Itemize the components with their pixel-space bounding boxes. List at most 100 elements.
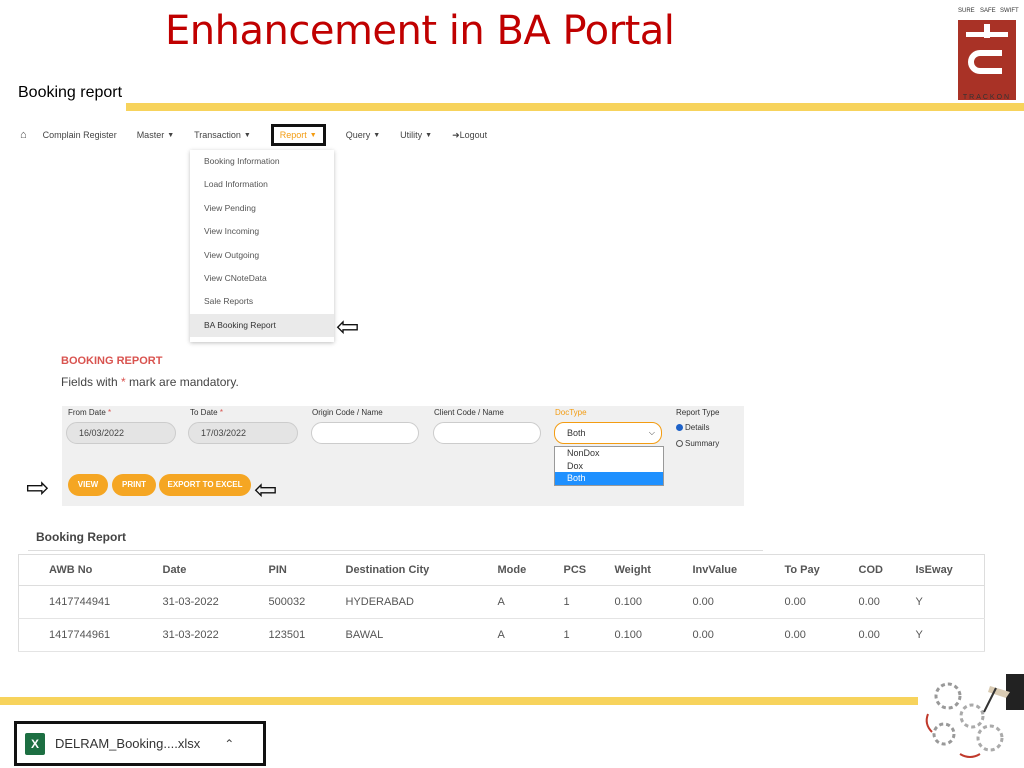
required-star: *: [108, 408, 112, 417]
doctype-option-dox[interactable]: Dox: [555, 460, 663, 473]
to-date-label: To Date *: [190, 408, 223, 417]
required-star: *: [219, 408, 223, 417]
caret-down-icon: ▼: [243, 131, 251, 139]
origin-code-input[interactable]: [311, 422, 419, 444]
nav-transaction[interactable]: Transaction ▼: [194, 130, 251, 140]
doctype-option-both[interactable]: Both: [555, 472, 663, 485]
download-filename: DELRAM_Booking....xlsx: [55, 736, 201, 751]
menu-item-booking-information[interactable]: Booking Information: [190, 150, 334, 173]
report-type-summary[interactable]: Summary: [676, 439, 719, 448]
column-header: Weight: [614, 554, 693, 586]
nav-label: Transaction: [194, 130, 241, 140]
doctype-label: DocType: [555, 408, 587, 417]
column-header: Mode: [497, 554, 564, 586]
column-header: AWB No: [18, 554, 163, 586]
from-date-label: From Date *: [68, 408, 111, 417]
table-cell: 31-03-2022: [162, 618, 269, 652]
nav-query[interactable]: Query ▼: [346, 130, 380, 140]
table-cell: 0.00: [784, 618, 859, 652]
column-header: Date: [162, 554, 269, 586]
doctype-select[interactable]: Both ⌵: [554, 422, 662, 444]
radio-checked-icon: [676, 424, 683, 431]
table-cell: A: [497, 618, 564, 652]
top-divider: [126, 103, 1024, 111]
doctype-selected: Both: [567, 428, 586, 438]
mandatory-note: Fields with * mark are mandatory.: [61, 375, 239, 389]
trackon-logo: SURE SAFE SWIFT TRACKON: [956, 8, 1019, 102]
slide-subtitle: Booking report: [18, 84, 123, 101]
caret-down-icon: ▼: [309, 131, 317, 139]
pointer-arrow-left-icon: ⇦: [254, 474, 278, 505]
mandatory-note-text: mark are mandatory.: [125, 375, 239, 389]
caret-down-icon: ▼: [373, 131, 381, 139]
origin-code-label: Origin Code / Name: [312, 408, 383, 417]
slide-title: Enhancement in BA Portal: [165, 8, 675, 54]
label-text: From Date: [68, 408, 106, 417]
menu-item-ba-booking-report[interactable]: BA Booking Report: [190, 313, 334, 338]
table-row: 1417744961 31-03-2022 123501 BAWAL A 1 0…: [18, 618, 985, 652]
doctype-option-nondox[interactable]: NonDox: [555, 447, 663, 460]
nav-label: Report: [279, 130, 307, 140]
table-cell: 1417744961: [18, 618, 163, 652]
column-header: PIN: [268, 554, 346, 586]
menu-item-view-incoming[interactable]: View Incoming: [190, 220, 334, 243]
table-cell: 0.00: [784, 585, 859, 619]
nav-master[interactable]: Master ▼: [137, 130, 174, 140]
table-cell: Y: [915, 585, 985, 619]
label-text: To Date: [190, 408, 218, 417]
print-button[interactable]: PRINT: [112, 474, 156, 496]
column-header: Destination City: [345, 554, 498, 586]
view-button[interactable]: VIEW: [68, 474, 108, 496]
home-icon[interactable]: ⌂: [20, 129, 27, 141]
table-cell: 123501: [268, 618, 346, 652]
table-cell: A: [497, 585, 564, 619]
menu-item-view-outgoing[interactable]: View Outgoing: [190, 244, 334, 267]
table-cell: 1: [563, 618, 615, 652]
booking-report-table-heading: Booking Report: [36, 530, 126, 544]
table-cell: Y: [915, 618, 985, 652]
table-cell: HYDERABAD: [345, 585, 498, 619]
table-cell: 31-03-2022: [162, 585, 269, 619]
nav-label: Query: [345, 130, 371, 140]
report-type-details[interactable]: Details: [676, 423, 709, 432]
column-header: To Pay: [784, 554, 859, 586]
nav-report[interactable]: Report ▼: [270, 124, 326, 146]
menu-item-sale-reports[interactable]: Sale Reports: [190, 290, 334, 313]
booking-report-heading: BOOKING REPORT: [61, 355, 163, 367]
export-to-excel-button[interactable]: EXPORT TO EXCEL: [159, 474, 251, 496]
nav-utility[interactable]: Utility ▼: [400, 130, 432, 140]
caret-down-icon: ▼: [425, 131, 433, 139]
menu-item-view-cnotedata[interactable]: View CNoteData: [190, 267, 334, 290]
pointer-arrow-left-icon: ⇦: [336, 311, 360, 342]
logo-tag-3: SWIFT: [1000, 8, 1019, 14]
chevron-down-icon: ⌵: [648, 428, 655, 437]
report-type-label: Report Type: [676, 408, 720, 417]
client-code-label: Client Code / Name: [434, 408, 504, 417]
logout-icon: ➜: [452, 129, 460, 140]
logo-wordmark: TRACKON: [962, 94, 1012, 101]
client-code-input[interactable]: [433, 422, 541, 444]
from-date-input[interactable]: 16/03/2022: [66, 422, 176, 444]
download-item[interactable]: X DELRAM_Booking....xlsx ⌃: [14, 721, 266, 766]
table-header-row: AWB No Date PIN Destination City Mode PC…: [18, 554, 985, 586]
nav-logout[interactable]: ➜ Logout: [452, 130, 487, 141]
menu-item-view-pending[interactable]: View Pending: [190, 197, 334, 220]
bottom-divider: [0, 697, 918, 705]
table-cell: BAWAL: [345, 618, 498, 652]
caret-down-icon: ▼: [167, 131, 175, 139]
report-dropdown-menu: Booking Information Load Information Vie…: [190, 150, 334, 342]
table-cell: 0.00: [858, 618, 916, 652]
to-date-input[interactable]: 17/03/2022: [188, 422, 298, 444]
table-row: 1417744941 31-03-2022 500032 HYDERABAD A…: [18, 585, 985, 619]
column-header: PCS: [563, 554, 615, 586]
table-cell: 0.00: [692, 585, 785, 619]
nav-label: Utility: [400, 130, 423, 140]
logo-tag-2: SAFE: [980, 8, 996, 14]
excel-file-icon: X: [25, 732, 45, 755]
heading-divider: [28, 550, 763, 551]
nav-complain-register[interactable]: Complain Register: [43, 130, 117, 140]
logo-mark: [958, 20, 1016, 100]
menu-item-load-information[interactable]: Load Information: [190, 173, 334, 196]
chevron-up-icon[interactable]: ⌃: [224, 737, 234, 751]
radio-label: Details: [685, 423, 710, 432]
